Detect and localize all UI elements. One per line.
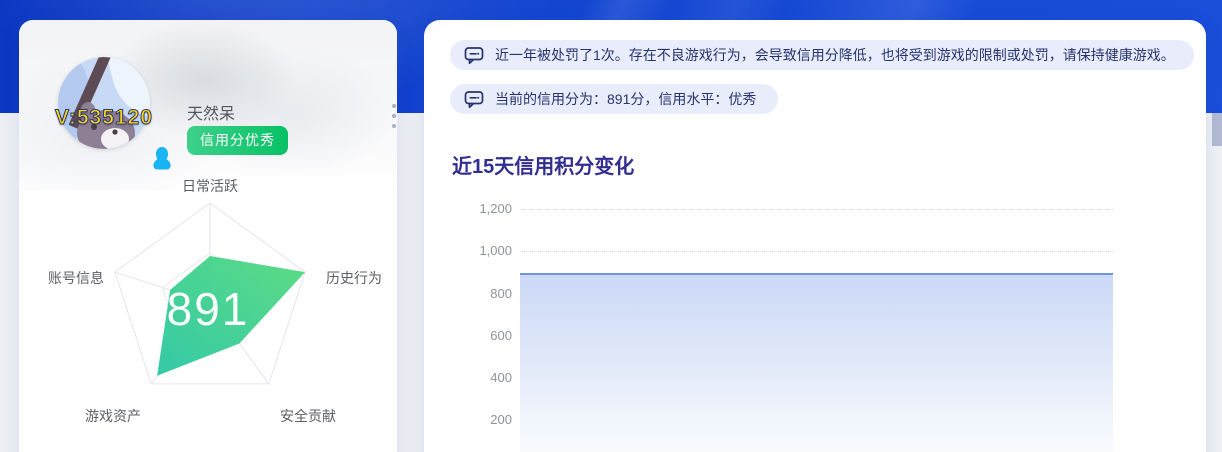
radar-axis-label: 游戏资产 (85, 408, 141, 424)
current-score-notice-text: 当前的信用分为：891分，信用水平：优秀 (495, 91, 757, 107)
vip-number: V:535120 (55, 106, 153, 130)
credit-trend-chart: 1,200 1,000 800 600 400 200 (424, 200, 1206, 452)
score-line (520, 272, 1113, 276)
penalty-notice-text: 近一年被处罚了1次。存在不良游戏行为，会导致信用分降低，也将受到游戏的限制或处罚… (495, 47, 1175, 63)
chart-section-title: 近15天信用积分变化 (452, 156, 635, 178)
penalty-notice: 近一年被处罚了1次。存在不良游戏行为，会导致信用分降低，也将受到游戏的限制或处罚… (450, 40, 1194, 70)
radar-axis-label: 安全贡献 (280, 408, 336, 424)
y-axis-tick-label: 600 (490, 327, 512, 343)
area-fill (520, 275, 1113, 452)
profile-card: V:535120 天然呆 信用分优秀 日常活跃 历史行为 安全贡献 游戏资产 账… (19, 20, 397, 452)
avatar (58, 57, 150, 149)
y-axis-tick-label: 200 (490, 412, 512, 428)
credit-badge: 信用分优秀 (187, 126, 288, 155)
radar-chart: 日常活跃 历史行为 安全贡献 游戏资产 账号信息 891 (19, 160, 397, 452)
gridline (520, 251, 1113, 253)
y-axis-tick-label: 800 (490, 285, 512, 301)
y-axis-tick-label: 400 (490, 370, 512, 385)
credit-score-value: 891 (166, 283, 250, 335)
current-score-notice: 当前的信用分为：891分，信用水平：优秀 (450, 84, 778, 114)
page-scrollbar-thumb[interactable] (1212, 113, 1222, 146)
username: 天然呆 (187, 106, 236, 123)
radar-axis-label: 日常活跃 (182, 178, 238, 194)
page-scrollbar-track[interactable] (1212, 113, 1222, 452)
chat-bubble-icon (464, 46, 484, 65)
chat-bubble-icon (464, 90, 484, 109)
kebab-menu-icon[interactable] (387, 104, 397, 128)
y-axis-tick-label: 1,000 (479, 243, 512, 259)
gridline (520, 209, 1113, 210)
y-axis-tick-label: 1,200 (479, 201, 512, 216)
main-panel: 近一年被处罚了1次。存在不良游戏行为，会导致信用分降低，也将受到游戏的限制或处罚… (424, 20, 1206, 452)
avatar-image (58, 57, 150, 149)
